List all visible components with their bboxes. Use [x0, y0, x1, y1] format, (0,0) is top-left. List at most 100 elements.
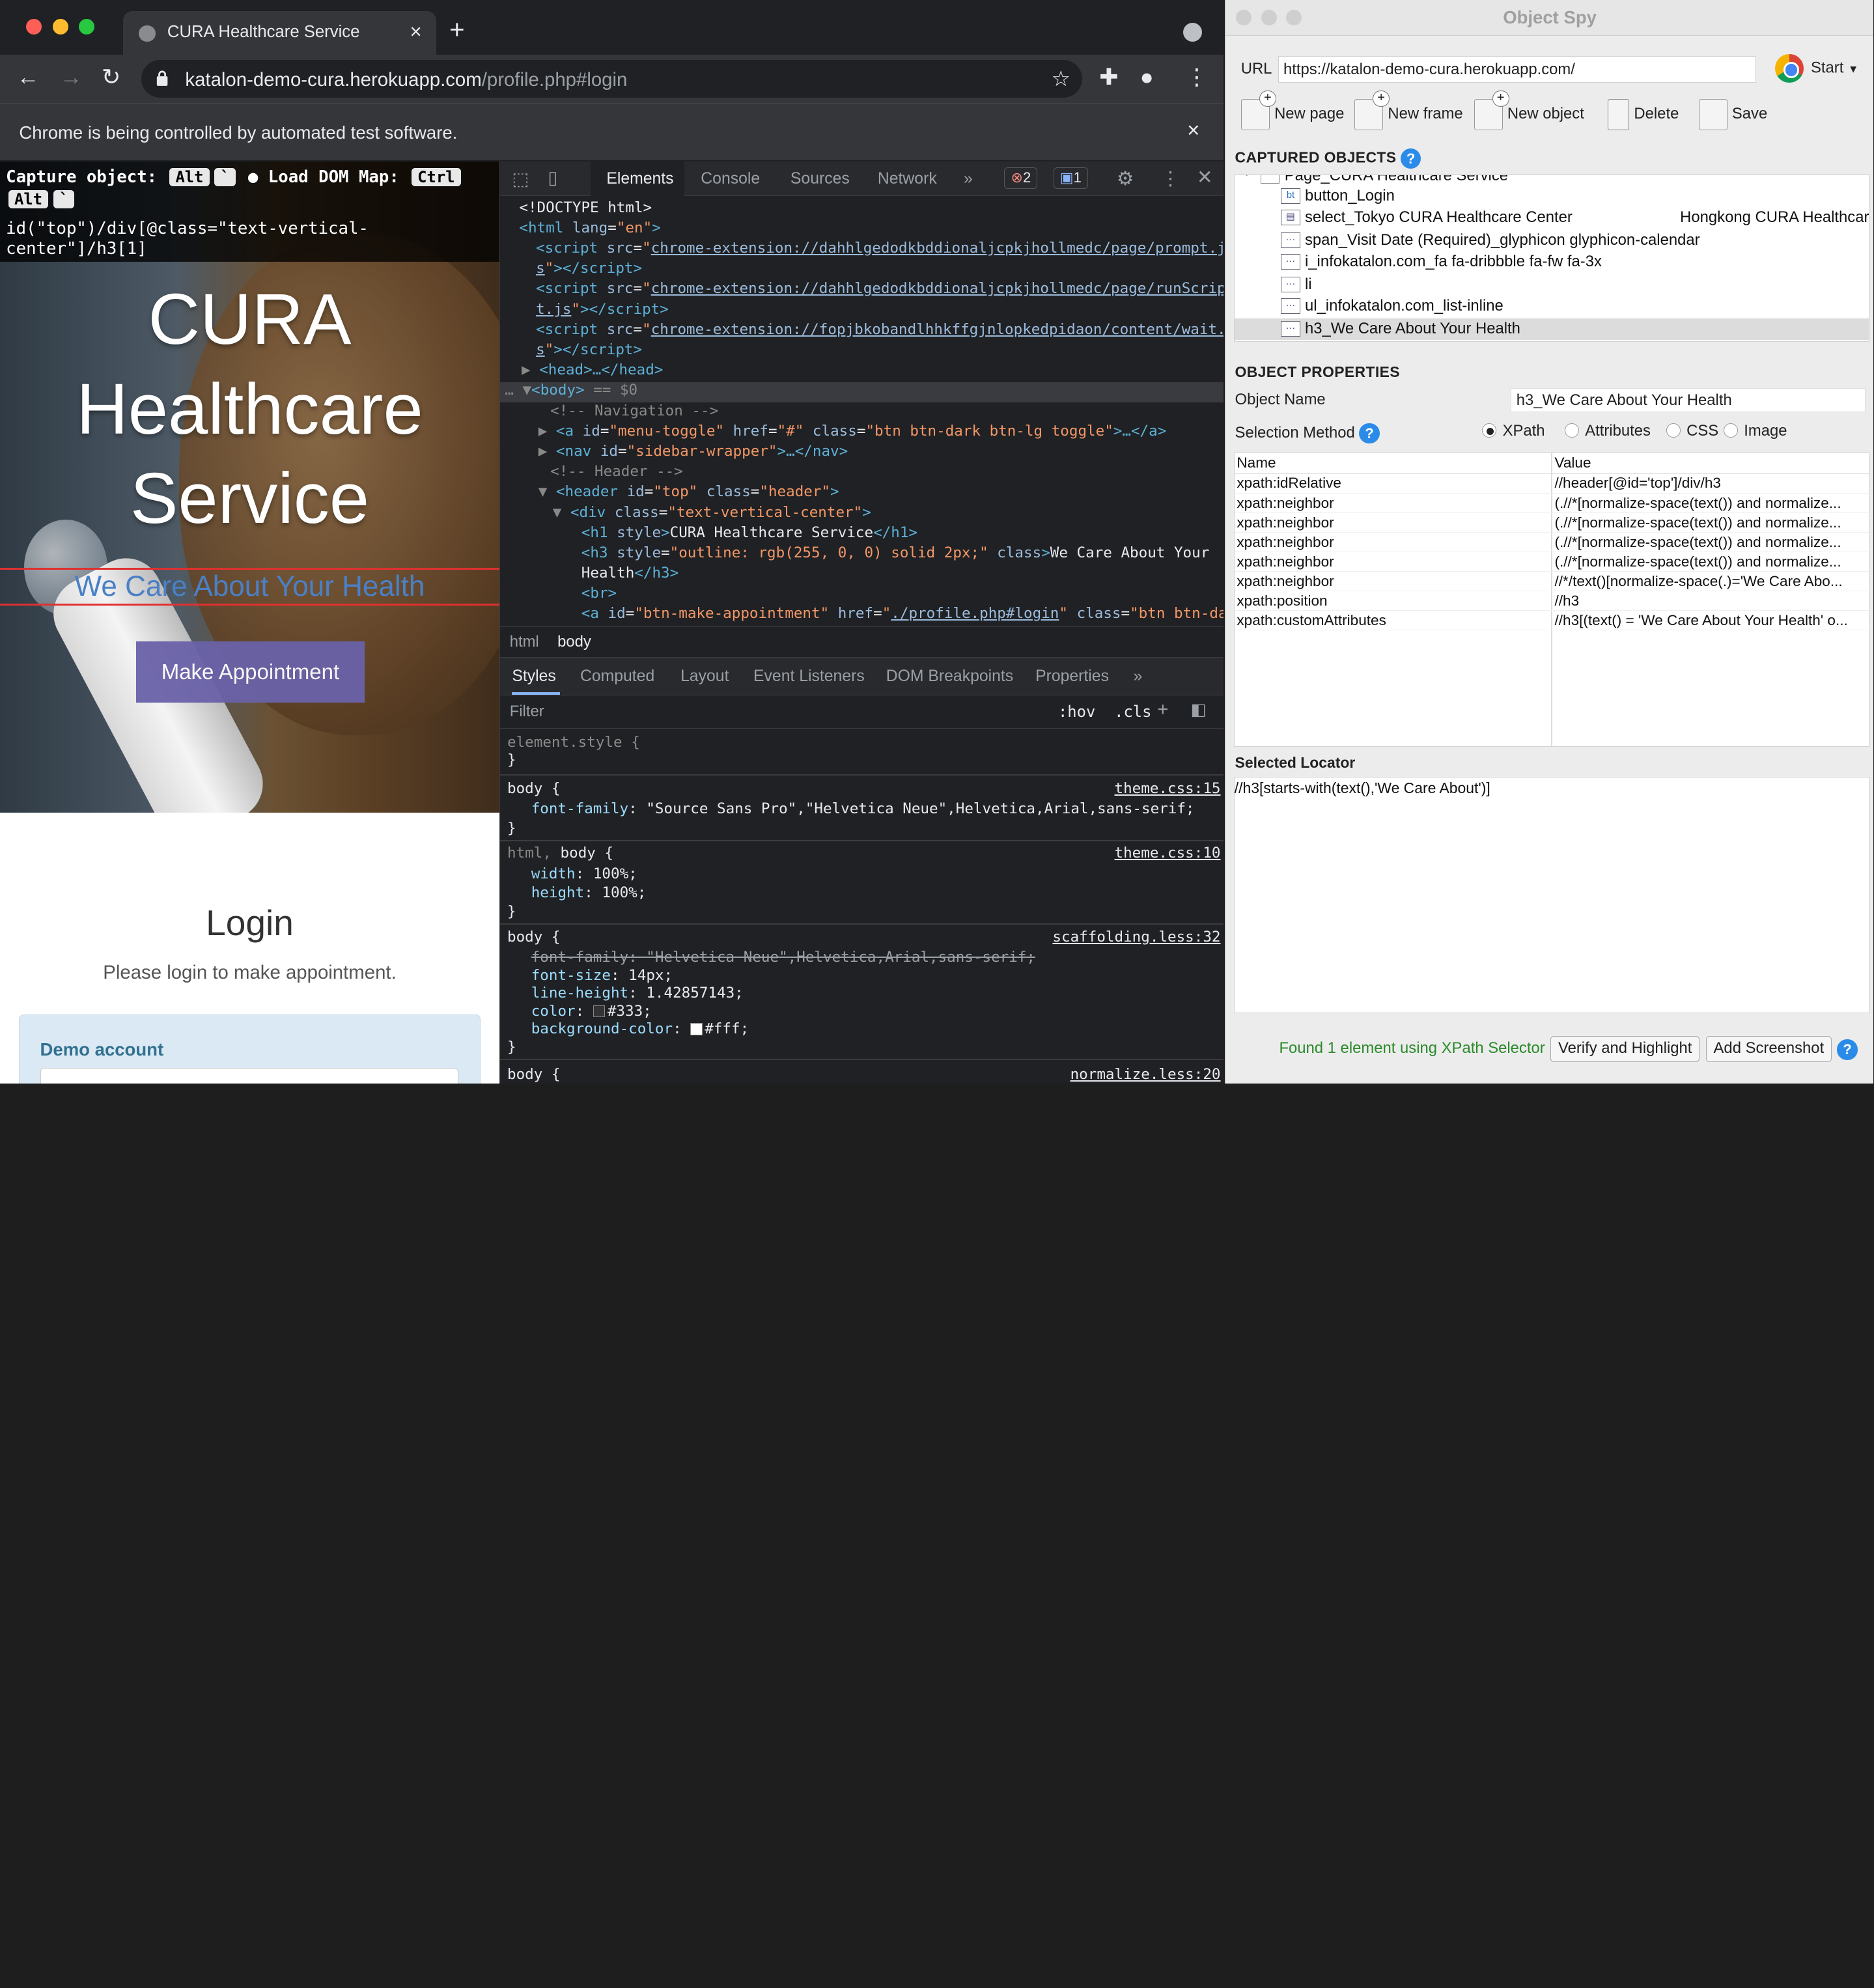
collapse-arrow-icon[interactable]: ▼ [1242, 175, 1252, 179]
url-field[interactable]: https://katalon-demo-cura.herokuapp.com/ [1278, 56, 1756, 83]
toggle-sidebar-icon[interactable]: ◧ [1191, 700, 1207, 720]
new-rule-plus-icon[interactable]: + [1157, 699, 1168, 721]
selected-locator-editor[interactable]: //h3[starts-with(text(),'We Care About')… [1233, 776, 1869, 1014]
minimize-window-button[interactable] [52, 19, 68, 35]
delete-button[interactable]: Delete [1608, 99, 1679, 132]
close-window-button[interactable] [26, 19, 42, 35]
href-link[interactable]: ./profile.php#login [891, 605, 1059, 622]
dom-node[interactable]: ▶ <head>…</head> [522, 361, 663, 380]
radio-image[interactable]: Image [1724, 422, 1787, 440]
reload-icon[interactable]: ↻ [102, 64, 120, 91]
tab-search-icon[interactable] [1182, 22, 1202, 42]
style-declaration[interactable]: line-height: 1.42857143; [531, 985, 744, 1003]
dom-node[interactable]: <!DOCTYPE html> [519, 199, 652, 217]
dom-node[interactable]: ▼ <div class="text-vertical-center"> [553, 503, 871, 522]
tab-close-icon[interactable]: × [410, 20, 422, 44]
style-declaration[interactable]: color: #333; [531, 1003, 652, 1021]
table-row[interactable]: xpath:neighbor //*/text()[normalize-space… [1234, 572, 1869, 592]
tree-page-node[interactable]: ▼ Page_CURA Healthcare Service [1235, 175, 1869, 187]
script-src-link[interactable]: chrome-extension://dahhlgedodkbddionaljc… [651, 240, 1224, 257]
more-subtabs-icon[interactable]: » [1134, 667, 1143, 686]
message-badge[interactable]: ▣1 [1053, 167, 1089, 189]
help-icon[interactable]: ? [1401, 148, 1421, 169]
verify-highlight-button[interactable]: Verify and Highlight [1550, 1035, 1700, 1063]
dom-node[interactable]: <script src="chrome-extension://dahhlged… [536, 279, 1224, 298]
rule-source-link[interactable]: normalize.less:20 [1070, 1066, 1221, 1083]
table-row[interactable]: xpath:position //h3 [1234, 591, 1869, 611]
bookmark-star-icon[interactable]: ☆ [1052, 66, 1071, 91]
table-row[interactable]: xpath:neighbor (.//*[normalize-space(text… [1234, 552, 1869, 572]
back-arrow-icon[interactable]: ← [17, 64, 40, 91]
dom-node-body[interactable]: … ▼<body> == $0 [505, 381, 637, 400]
radio-css[interactable]: CSS [1666, 422, 1718, 440]
style-declaration[interactable]: width: 100%; [531, 865, 637, 884]
browser-tab[interactable]: CURA Healthcare Service × [123, 10, 436, 55]
script-src-link[interactable]: s [536, 260, 545, 277]
address-bar[interactable]: katalon-demo-cura.herokuapp.com/profile.… [141, 59, 1083, 98]
help-icon[interactable]: ? [1837, 1039, 1858, 1060]
tree-item[interactable]: ··· span_Visit Date (Required)_glyphicon … [1235, 230, 1869, 251]
save-button[interactable]: Save [1698, 99, 1767, 132]
kebab-menu-icon[interactable]: ⋮ [1185, 64, 1208, 91]
rule-source-link[interactable]: theme.css:10 [1115, 845, 1221, 861]
profile-avatar-icon[interactable]: ● [1140, 64, 1154, 91]
tab-sources[interactable]: Sources [790, 170, 850, 188]
script-src-link[interactable]: chrome-extension://dahhlgedodkbddionaljc… [651, 280, 1224, 297]
dom-node[interactable]: ▼ <header id="top" class="header"> [538, 483, 839, 501]
subtab-styles[interactable]: Styles [512, 667, 555, 686]
dom-node[interactable]: ▶ <a id="menu-toggle" href="#" class="bt… [538, 422, 1167, 441]
radio-xpath[interactable]: XPath [1482, 422, 1545, 440]
table-row[interactable]: xpath:customAttributes //h3[(text() = 'We… [1234, 611, 1869, 631]
style-declaration[interactable]: height: 100%; [531, 884, 647, 903]
tab-network[interactable]: Network [878, 170, 937, 188]
make-appointment-button[interactable]: Make Appointment [136, 641, 365, 703]
tree-item[interactable]: ··· ul_infokatalon.com_list-inline [1235, 296, 1869, 317]
style-declaration[interactable]: background-color: #fff; [531, 1020, 749, 1039]
script-src-link[interactable]: chrome-extension://fopjbkobandlhhkffgjnl… [651, 321, 1224, 338]
tree-item[interactable]: ▤ select_Tokyo CURA Healthcare Center Hong… [1235, 207, 1869, 229]
new-page-button[interactable]: New page [1240, 90, 1344, 132]
maximize-window-button[interactable] [79, 19, 94, 35]
devtools-close-icon[interactable]: ✕ [1197, 166, 1213, 189]
style-rule[interactable]: element.style { [507, 734, 640, 752]
dom-node[interactable]: <script src="chrome-extension://dahhlged… [536, 239, 1224, 258]
breadcrumb-body[interactable]: body [557, 633, 591, 651]
color-swatch[interactable] [690, 1023, 703, 1035]
subtab-dom-breakpoints[interactable]: DOM Breakpoints [886, 667, 1013, 686]
dom-node[interactable]: <!-- Navigation --> [550, 402, 718, 421]
devtools-menu-icon[interactable]: ⋮ [1161, 167, 1180, 190]
rule-source-link[interactable]: scaffolding.less:32 [1052, 929, 1220, 945]
inspect-element-icon[interactable]: ⬚ [512, 169, 529, 189]
overridden-declaration[interactable]: font-family: "Helvetica Neue",Helvetica,… [531, 949, 1035, 967]
highlighted-slogan[interactable]: We Care About Your Health [0, 567, 500, 606]
forward-arrow-icon[interactable]: → [60, 64, 83, 91]
tab-console[interactable]: Console [701, 170, 760, 188]
extensions-puzzle-icon[interactable]: ✚ [1099, 64, 1118, 91]
dom-node[interactable]: ▶ <nav id="sidebar-wrapper">…</nav> [538, 442, 848, 461]
radio-attributes[interactable]: Attributes [1565, 422, 1651, 440]
table-row[interactable]: xpath:neighbor (.//*[normalize-space(text… [1234, 513, 1869, 533]
add-screenshot-button[interactable]: Add Screenshot [1705, 1035, 1832, 1063]
script-src-link[interactable]: t.js [536, 301, 571, 318]
style-declaration[interactable]: font-size: 14px; [531, 967, 673, 985]
color-swatch[interactable] [593, 1005, 606, 1018]
subtab-event-listeners[interactable]: Event Listeners [753, 667, 865, 686]
dom-node[interactable]: <script src="chrome-extension://fopjbkob… [536, 320, 1224, 339]
device-toggle-icon[interactable]: ▯ [548, 167, 557, 188]
dom-node[interactable]: <h3 style="outline: rgb(255, 0, 0) solid… [581, 544, 1210, 563]
hov-toggle[interactable]: :hov .cls [1058, 703, 1152, 721]
demo-username-field[interactable] [40, 1067, 458, 1084]
tree-item[interactable]: ··· i_infokatalon.com_fa fa-dribbble fa-f… [1235, 251, 1869, 273]
new-object-button[interactable]: New object [1474, 90, 1584, 132]
dom-node[interactable]: <br> [581, 584, 617, 603]
subtab-layout[interactable]: Layout [680, 667, 729, 686]
subtab-computed[interactable]: Computed [580, 667, 654, 686]
new-frame-button[interactable]: New frame [1354, 90, 1463, 132]
new-tab-button[interactable]: + [449, 14, 465, 45]
dom-node[interactable]: <html lang="en"> [519, 219, 660, 238]
tree-item-selected[interactable]: ··· h3_We Care About Your Health [1234, 318, 1869, 341]
error-badge[interactable]: ⊗2 [1004, 167, 1038, 189]
tree-item[interactable]: bt button_Login [1235, 186, 1869, 207]
infobar-close-icon[interactable]: × [1187, 118, 1199, 143]
filter-input[interactable]: Filter [510, 703, 544, 721]
